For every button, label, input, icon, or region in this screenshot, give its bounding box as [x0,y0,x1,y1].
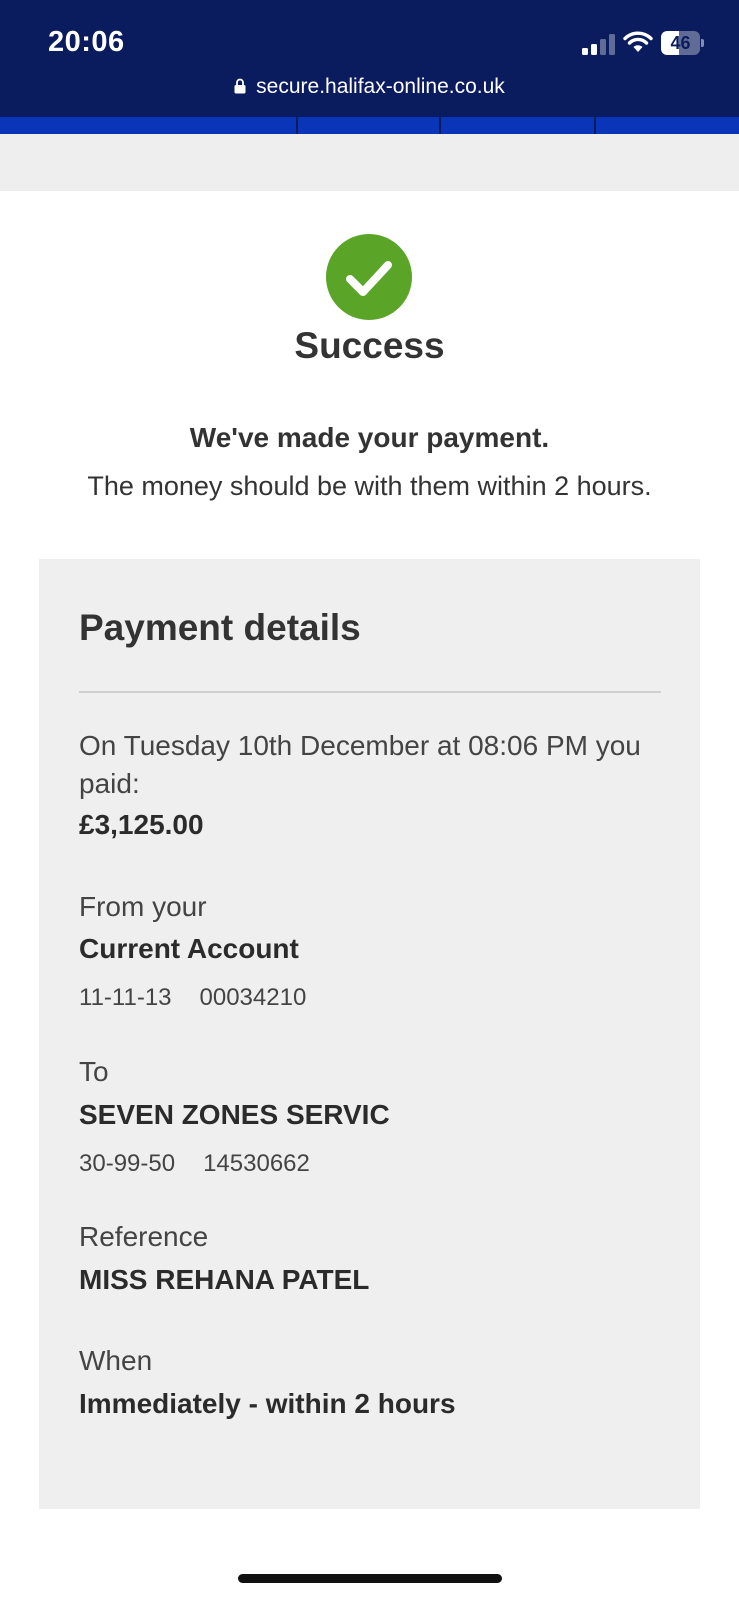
payment-made-message: We've made your payment. [189,422,550,453]
url-text: secure.halifax-online.co.uk [256,75,505,98]
page-top-band [0,134,739,191]
when-label: When [79,1345,153,1376]
wifi-icon [623,31,653,52]
payment-details-card: Payment details On Tuesday 10th December… [39,559,700,1509]
site-nav-strip [0,117,739,134]
nav-tab-4[interactable] [596,117,739,134]
nav-tab-2[interactable] [298,117,441,134]
divider [79,691,661,693]
cellular-signal-icon [582,33,616,55]
lock-icon [234,78,246,94]
battery-level: 46 [670,33,691,53]
payee-account-number: 14530662 [203,1150,310,1177]
paid-label: On Tuesday 10th December at 08:06 PM you… [79,730,641,799]
address-bar[interactable]: secure.halifax-online.co.uk [0,75,739,99]
home-indicator[interactable] [238,1574,502,1583]
from-label: From your [79,891,207,922]
from-sort-code: 11-11-13 [79,984,172,1011]
nav-tab-1[interactable] [0,117,298,134]
payment-amount: £3,125.00 [79,809,204,840]
card-title: Payment details [79,607,361,648]
to-label: To [79,1056,109,1087]
payee-sort-code: 30-99-50 [79,1150,176,1177]
reference-label: Reference [79,1221,209,1252]
payee-codes: 30-99-50 14530662 [79,1150,310,1178]
from-account-number: 00034210 [199,984,307,1011]
clock: 20:06 [48,26,125,58]
payee-name: SEVEN ZONES SERVIC [79,1099,390,1130]
success-heading: Success [294,325,445,366]
status-bar: 20:06 46 secure.halifax-online.co.uk [0,0,739,117]
from-account-name: Current Account [79,933,299,964]
check-icon [326,234,412,320]
arrival-note: The money should be with them within 2 h… [87,471,652,501]
nav-tab-3[interactable] [441,117,596,134]
when-value: Immediately - within 2 hours [79,1388,456,1419]
battery-icon: 46 [661,31,704,55]
from-account-codes: 11-11-13 00034210 [79,984,306,1012]
reference-value: MISS REHANA PATEL [79,1264,370,1295]
